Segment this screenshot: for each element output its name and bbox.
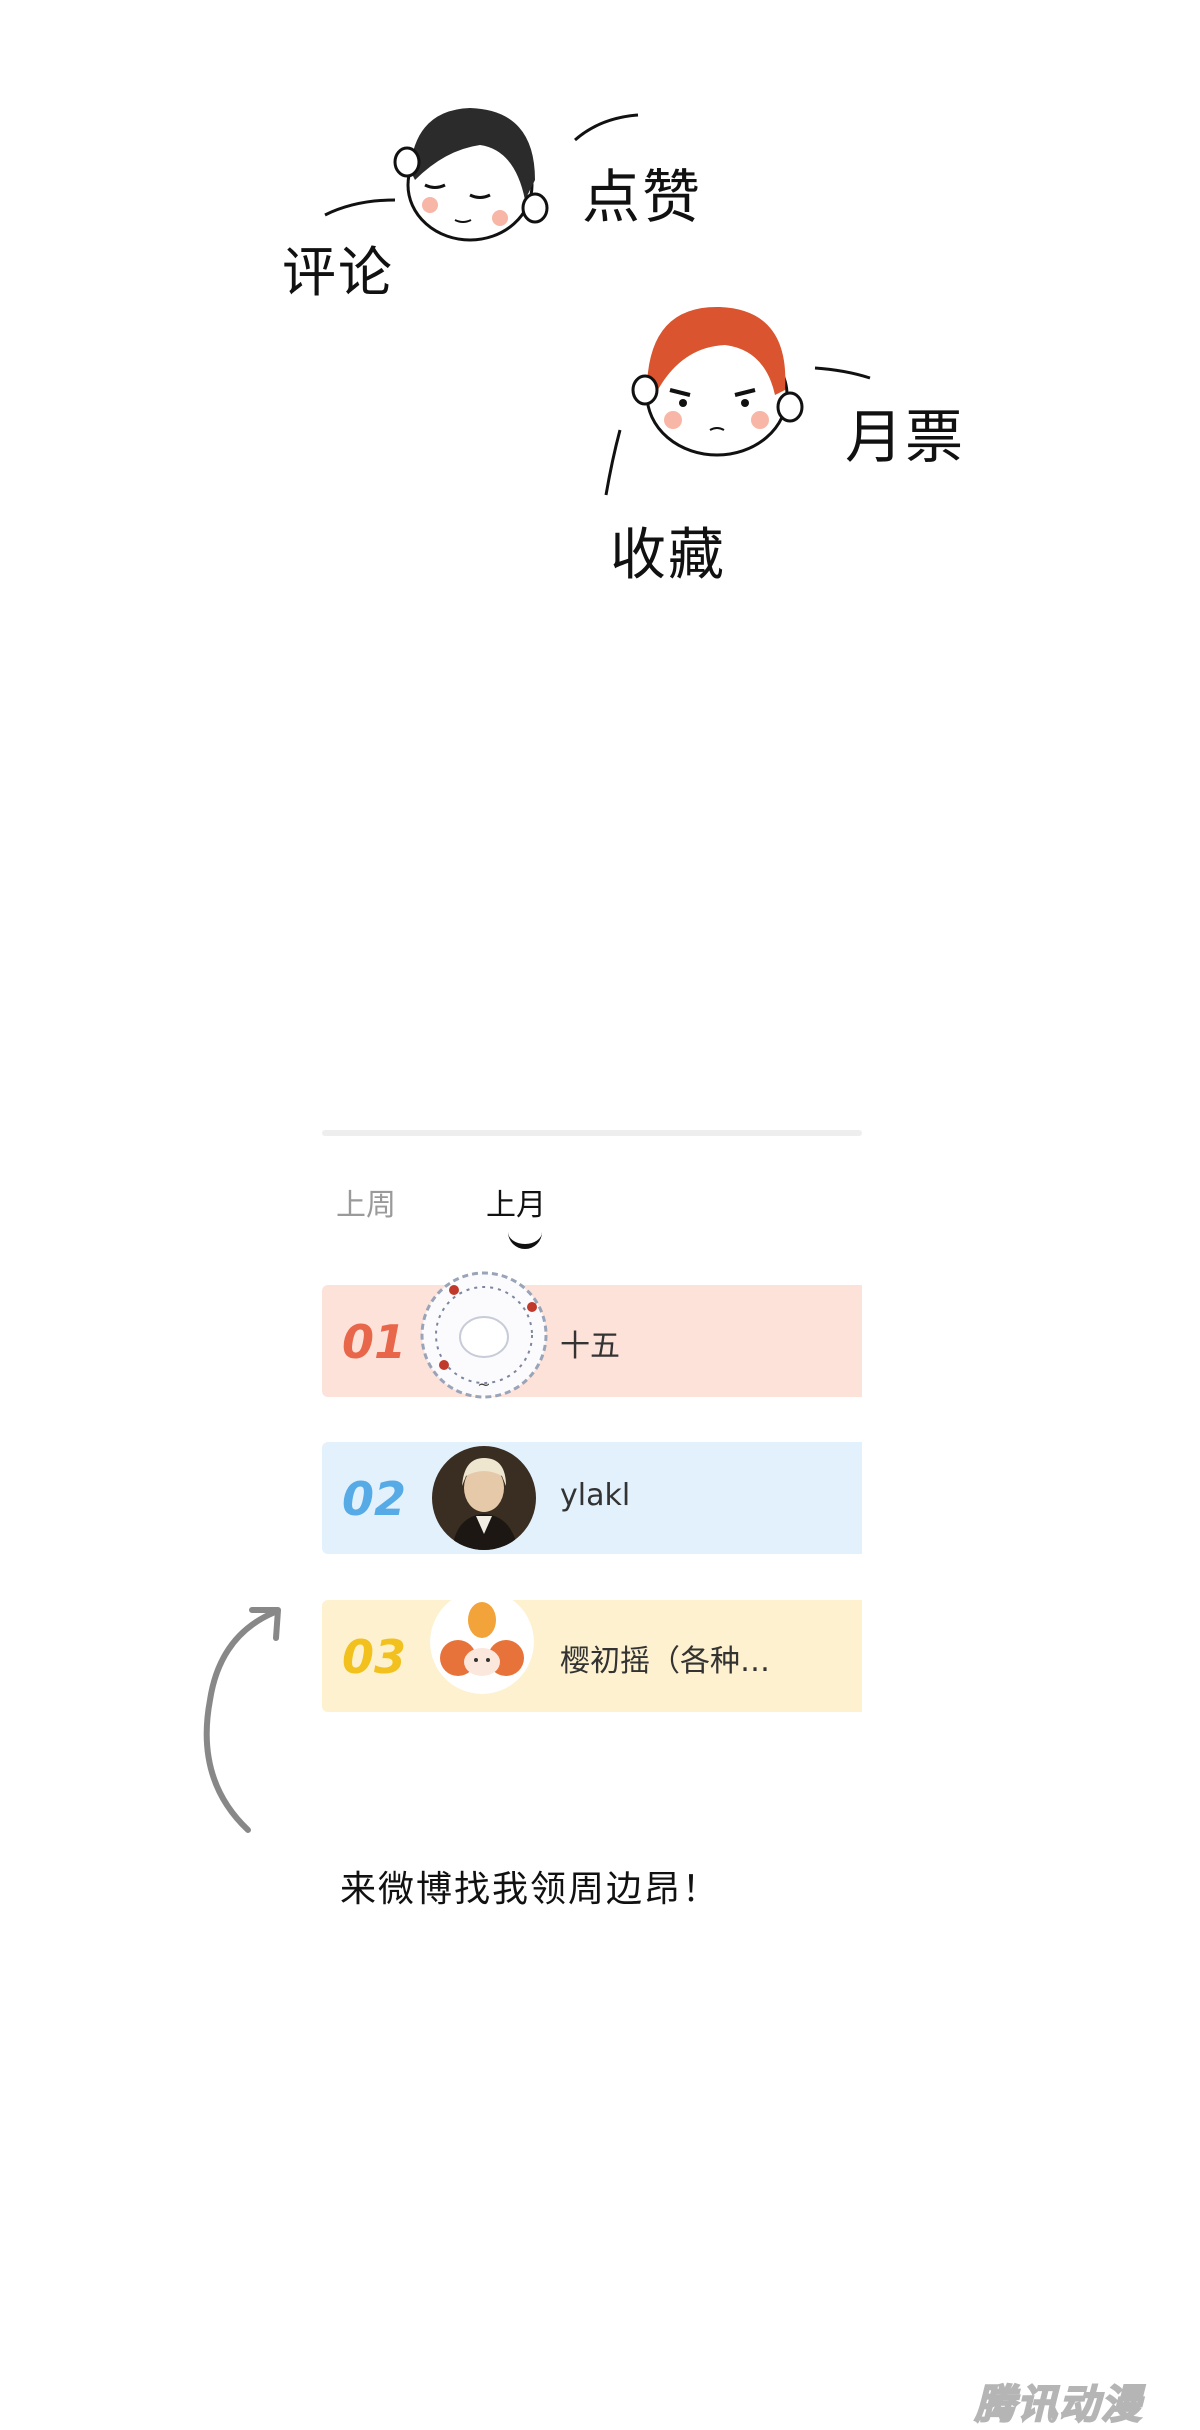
avatar (432, 1446, 536, 1550)
rank-number: 02 (342, 1472, 407, 1526)
weibo-callout-text: 来微博找我领周边昂！ (340, 1869, 721, 1910)
curved-arrow-icon (203, 1607, 281, 1833)
tab-last-week[interactable]: 上周 (336, 1180, 396, 1224)
card-divider (322, 1130, 862, 1136)
monthly-ticket-label: 月票 (845, 403, 966, 471)
avatar (430, 1590, 534, 1694)
username: 十五 (560, 1329, 620, 1364)
wreath-avatar-icon: ~ (420, 1271, 548, 1399)
svg-text:~: ~ (477, 1375, 490, 1394)
like-label: 点赞 (582, 163, 703, 231)
avatar: ~ (414, 1265, 554, 1405)
ranking-row[interactable]: 01 ~ 十五 (322, 1271, 862, 1399)
pointer-lines (324, 113, 871, 496)
doodle-illustration: 评论 点赞 月票 收藏 (0, 0, 1200, 640)
chick-avatar-icon (430, 1590, 534, 1694)
username: ylakl (560, 1478, 631, 1513)
username: 樱初摇（各种… (560, 1644, 770, 1679)
watermark-logo: 腾讯动漫 (974, 2381, 1143, 2429)
rank-number: 03 (342, 1630, 407, 1684)
favorite-label: 收藏 (610, 523, 726, 588)
rank-number: 01 (342, 1315, 407, 1369)
comment-label: 评论 (282, 241, 394, 304)
tab-last-month[interactable]: 上月 (486, 1180, 546, 1224)
portrait-avatar-icon (432, 1446, 536, 1550)
ranking-row[interactable]: 02 ylakl (322, 1442, 862, 1554)
active-tab-indicator (508, 1228, 542, 1249)
ranking-row[interactable]: 03 樱初摇（各种… (322, 1590, 862, 1712)
fan-ranking-card: 上周 上月 01 ~ 十五 02 ylakl 03 樱初摇（各种… (322, 1130, 862, 1750)
